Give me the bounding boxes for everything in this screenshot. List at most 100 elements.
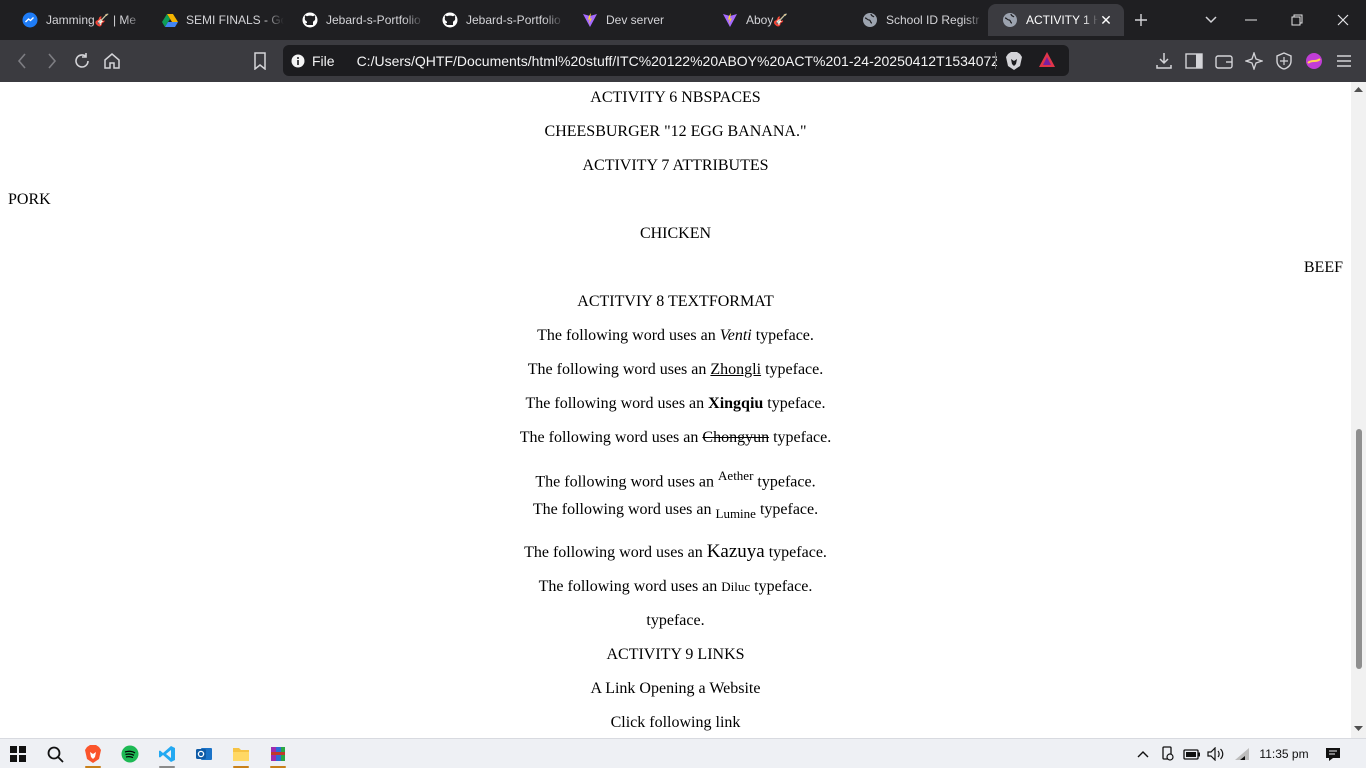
brave-shields-button[interactable] [1005,51,1023,74]
format-suffix: typeface. [750,578,813,595]
plus-icon [1135,14,1147,26]
tray-battery-button[interactable] [1183,743,1201,765]
tab-label: SEMI FINALS - Go [186,13,284,27]
taskbar-winrar[interactable] [264,742,292,768]
chevron-up-icon [1137,751,1149,758]
rewards-triangle-icon [1039,52,1055,67]
tray-overflow-button[interactable] [1136,743,1150,765]
vertical-scrollbar[interactable] [1351,82,1366,738]
heading-activity-6: ACTIVITY 6 NBSPACES [590,89,761,106]
link-heading: A Link Opening a Website [590,680,761,697]
vite-icon [722,12,738,28]
browser-tab-active[interactable]: ACTIVITY 1 H ✕ [988,4,1124,36]
format-line-italic: The following word uses an Venti typefac… [8,327,1343,345]
downloads-button[interactable] [1150,48,1178,74]
close-window-button[interactable] [1320,0,1366,40]
notifications-button[interactable] [1323,743,1343,765]
globe-icon [1002,12,1018,28]
github-icon [302,12,318,28]
browser-tab[interactable]: Dev server [568,4,704,36]
messenger-icon [22,12,38,28]
bold-word: Xingqiu [708,395,764,412]
taskbar-vscode[interactable] [153,742,181,768]
drive-icon [162,12,178,28]
format-line-small: The following word uses an Diluc typefac… [8,578,1343,596]
address-bar[interactable]: File C:/Users/QHTF/Documents/html%20stuf… [283,45,1069,76]
heading-activity-7: ACTIVITY 7 ATTRIBUTES [582,157,769,174]
forward-button[interactable] [38,48,66,74]
tab-label: Jamming🎸 | Me [46,13,137,27]
start-button[interactable] [4,742,32,766]
browser-tab[interactable]: Jebard-s-Portfolio [288,4,424,36]
format-line-superscript: The following word uses an Aether typefa… [8,467,1343,491]
close-tab-icon[interactable]: ✕ [1098,12,1114,28]
outlook-icon [196,748,212,760]
format-prefix: The following word uses an [532,501,716,518]
vpn-button[interactable] [1270,48,1298,74]
tray-volume-button[interactable] [1207,743,1225,765]
reload-button[interactable] [68,48,96,74]
bookmark-button[interactable] [246,48,274,74]
tray-meet-button[interactable] [1160,743,1176,765]
taskbar-outlook[interactable] [190,742,218,766]
browser-tab[interactable]: Jamming🎸 | Me [8,4,144,36]
tab-label: Aboy🎸 [746,13,789,27]
format-prefix: The following word uses an [525,395,709,412]
hamburger-icon [1337,55,1351,67]
site-info-button[interactable]: File [291,53,335,69]
format-suffix: typeface. [753,473,816,491]
format-line-underline: The following word uses an Zhongli typef… [8,361,1343,379]
taskbar-search-button[interactable] [41,742,69,766]
taskbar-spotify[interactable] [116,742,144,766]
url-divider [995,52,996,69]
trailing-typeface-line: typeface. [646,612,705,629]
reload-icon [75,53,89,68]
format-prefix: The following word uses an [535,473,719,491]
vpn-shield-icon [1276,52,1292,70]
scroll-up-arrow-icon[interactable] [1354,86,1363,92]
leo-ai-button[interactable] [1240,48,1268,74]
format-prefix: The following word uses an [527,361,711,378]
browser-tab[interactable]: SEMI FINALS - Go [148,4,284,36]
scroll-thumb[interactable] [1356,429,1362,669]
browser-tab[interactable]: School ID Registr [848,4,984,36]
menu-button[interactable] [1330,48,1358,74]
format-prefix: The following word uses an [538,578,722,595]
profile-avatar-icon [1306,53,1322,69]
brave-shield-icon [1006,52,1022,70]
underline-word: Zhongli [710,361,762,378]
sidebar-button[interactable] [1180,48,1208,74]
back-button[interactable] [8,48,36,74]
browser-tab[interactable]: Jebard-s-Portfolio [428,4,564,36]
file-explorer-icon [233,748,249,761]
restore-icon [1291,14,1303,26]
brave-icon [85,745,101,763]
taskbar-brave[interactable] [79,742,107,768]
format-line-strikethrough: The following word uses an Chongyun type… [8,429,1343,447]
url-scheme-label: File [312,52,335,69]
search-icon [47,746,64,763]
heading-activity-8: ACTITVIY 8 TEXTFORMAT [577,293,774,310]
github-icon [442,12,458,28]
restore-button[interactable] [1274,0,1320,40]
subscript-word: Lumine [715,506,756,522]
new-tab-button[interactable] [1124,0,1158,40]
scroll-down-arrow-icon[interactable] [1354,726,1363,732]
profile-button[interactable] [1300,48,1328,74]
clock[interactable]: 11:35 pm [1256,743,1312,765]
vite-icon [582,12,598,28]
format-prefix: The following word uses an [524,544,707,561]
tray-wifi-button[interactable] [1233,743,1251,765]
home-button[interactable] [98,48,126,74]
browser-tab[interactable]: Aboy🎸 [708,4,844,36]
big-word: Kazuya [706,541,765,562]
minimize-button[interactable] [1228,0,1274,40]
arrow-right-icon [48,53,57,69]
wallet-button[interactable] [1210,48,1238,74]
taskbar-file-explorer[interactable] [227,742,255,768]
tab-label: Dev server [606,13,665,27]
minimize-icon [1245,19,1257,21]
brave-rewards-button[interactable] [1038,51,1056,72]
url-text[interactable]: C:/Users/QHTF/Documents/html%20stuff/ITC… [357,53,997,69]
tab-label: School ID Registr [886,13,980,27]
